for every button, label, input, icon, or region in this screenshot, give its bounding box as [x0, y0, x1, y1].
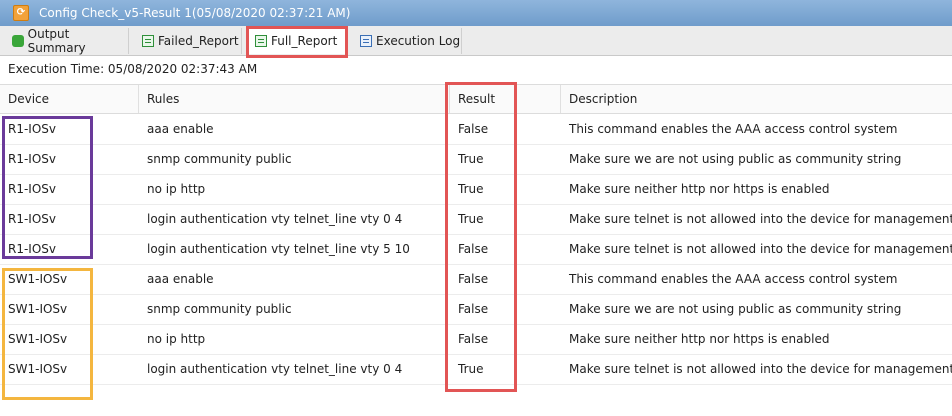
rule-cell: snmp community public [147, 152, 292, 166]
table-row[interactable]: SW1-IOSv login authentication vty telnet… [0, 355, 952, 385]
result-cell: True [458, 362, 484, 376]
device-cell: SW1-IOSv [8, 302, 68, 316]
rule-cell: no ip http [147, 182, 206, 196]
device-cell: R1-IOSv [8, 242, 57, 256]
column-header-device[interactable]: Device [0, 85, 139, 113]
rule-cell: no ip http [147, 332, 206, 346]
tab-output-summary[interactable]: Output Summary [4, 27, 129, 55]
table-row[interactable]: R1-IOSv no ip http True Make sure neithe… [0, 175, 952, 205]
device-cell: R1-IOSv [8, 212, 57, 226]
rule-cell: aaa enable [147, 272, 214, 286]
rule-cell: snmp community public [147, 302, 292, 316]
app-logo-icon: ⟳ [13, 5, 29, 21]
description-cell: Make sure we are not using public as com… [569, 152, 902, 166]
description-cell: Make sure telnet is not allowed into the… [569, 362, 952, 376]
result-cell: True [458, 212, 484, 226]
column-header-result[interactable]: Result [450, 85, 561, 113]
report-icon [142, 35, 154, 47]
window-titlebar: ⟳ Config Check_v5-Result 1(05/08/2020 02… [0, 0, 952, 26]
table-row[interactable]: SW1-IOSv no ip http False Make sure neit… [0, 325, 952, 355]
rule-cell: login authentication vty telnet_line vty… [147, 362, 403, 376]
result-cell: True [458, 152, 484, 166]
column-header-description[interactable]: Description [561, 85, 952, 113]
rule-cell: login authentication vty telnet_line vty… [147, 242, 410, 256]
tab-bar: Output Summary Failed_Report Full_Report… [0, 26, 952, 56]
rule-cell: login authentication vty telnet_line vty… [147, 212, 403, 226]
table-row[interactable]: R1-IOSv snmp community public True Make … [0, 145, 952, 175]
device-cell: SW1-IOSv [8, 272, 68, 286]
result-cell: False [458, 272, 489, 286]
table-row[interactable]: SW1-IOSv snmp community public False Mak… [0, 295, 952, 325]
tab-full-report[interactable]: Full_Report [247, 28, 347, 54]
tab-label: Output Summary [27, 27, 86, 55]
description-cell: Make sure neither http nor https is enab… [569, 182, 830, 196]
table-header: Device Rules Result Description [0, 84, 952, 114]
result-cell: False [458, 332, 489, 346]
result-cell: True [458, 182, 484, 196]
window-title: Config Check_v5-Result 1(05/08/2020 02:3… [39, 6, 351, 20]
table-row[interactable]: SW1-IOSv aaa enable False This command e… [0, 265, 952, 295]
tab-label: Full_Report [271, 34, 338, 48]
device-cell: R1-IOSv [8, 152, 57, 166]
description-cell: Make sure we are not using public as com… [569, 302, 902, 316]
description-cell: Make sure telnet is not allowed into the… [569, 242, 952, 256]
description-cell: Make sure telnet is not allowed into the… [569, 212, 952, 226]
database-icon [12, 35, 24, 47]
description-cell: Make sure neither http nor https is enab… [569, 332, 830, 346]
execution-time: Execution Time: 05/08/2020 02:37:43 AM [8, 62, 258, 76]
table-row[interactable]: R1-IOSv aaa enable False This command en… [0, 115, 952, 145]
device-cell: R1-IOSv [8, 122, 57, 136]
column-header-rules[interactable]: Rules [139, 85, 450, 113]
device-cell: R1-IOSv [8, 182, 57, 196]
description-cell: This command enables the AAA access cont… [569, 272, 898, 286]
result-cell: False [458, 302, 489, 316]
table-row[interactable]: R1-IOSv login authentication vty telnet_… [0, 235, 952, 265]
table-row[interactable]: R1-IOSv login authentication vty telnet_… [0, 205, 952, 235]
log-icon [360, 35, 372, 47]
tab-execution-log[interactable]: Execution Log [352, 28, 462, 54]
tab-label: Failed_Report [158, 34, 239, 48]
rule-cell: aaa enable [147, 122, 214, 136]
device-cell: SW1-IOSv [8, 332, 68, 346]
tab-failed-report[interactable]: Failed_Report [134, 28, 242, 54]
result-cell: False [458, 122, 489, 136]
report-icon [255, 35, 267, 47]
device-cell: SW1-IOSv [8, 362, 68, 376]
tab-label: Execution Log [376, 34, 461, 48]
description-cell: This command enables the AAA access cont… [569, 122, 898, 136]
result-cell: False [458, 242, 489, 256]
